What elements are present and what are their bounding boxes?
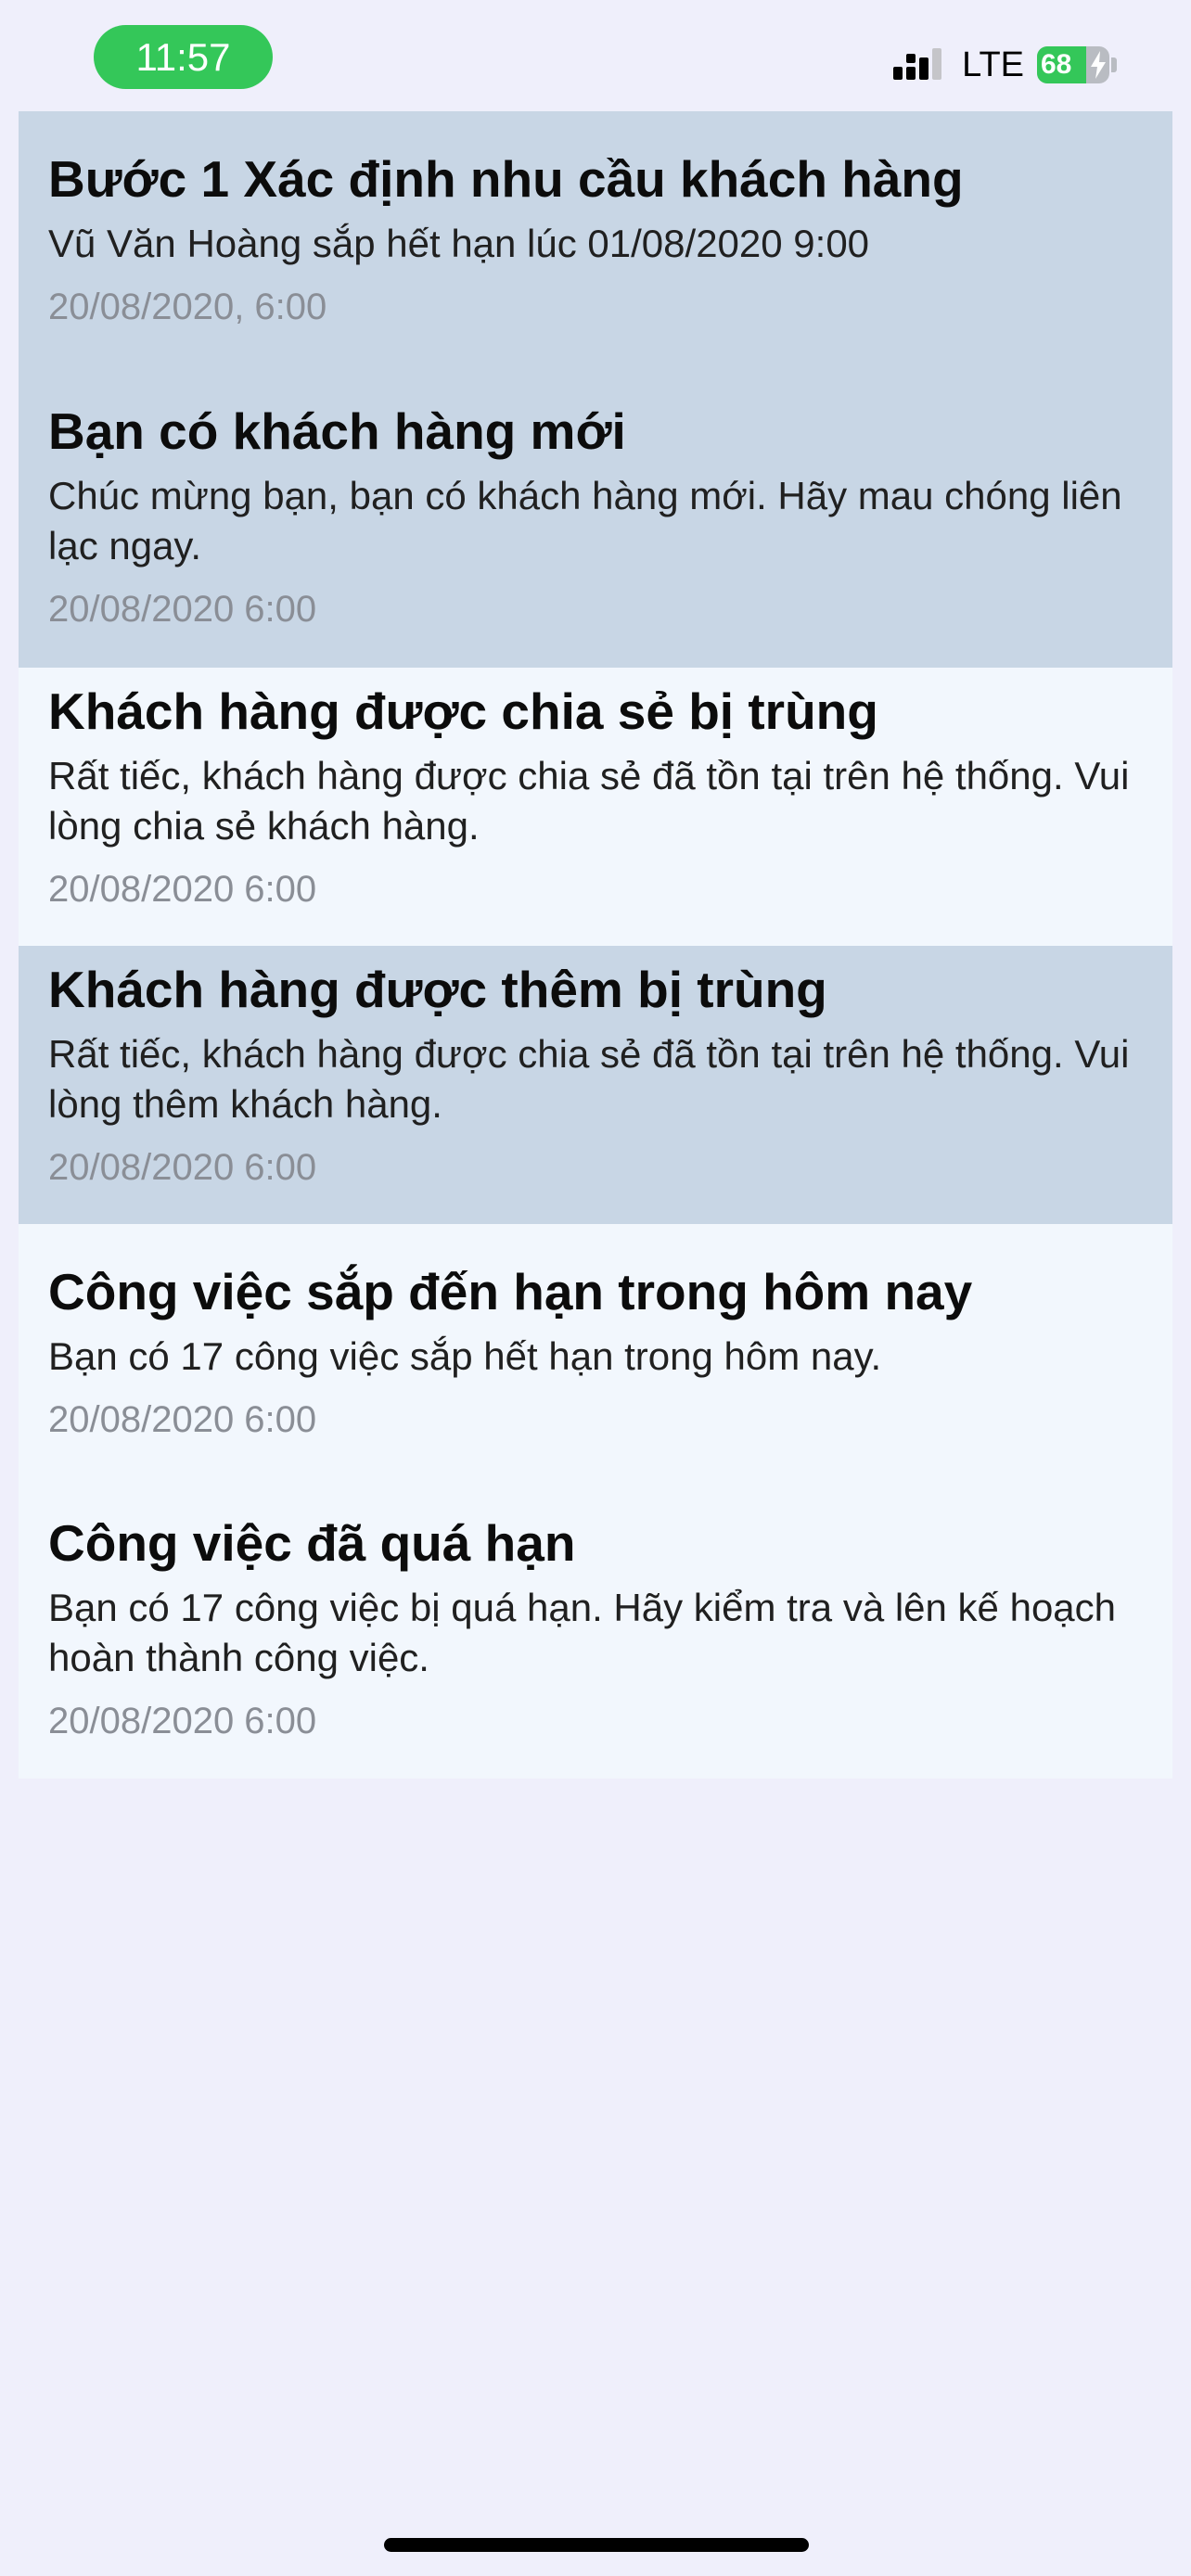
- charging-bolt-icon: [1091, 51, 1106, 79]
- battery-cap: [1111, 57, 1117, 72]
- notification-title: Công việc sắp đến hạn trong hôm nay: [48, 1263, 973, 1320]
- notification-time: 20/08/2020 6:00: [48, 869, 317, 910]
- notification-title: Bước 1 Xác định nhu cầu khách hàng: [48, 150, 964, 208]
- home-indicator[interactable]: [384, 2538, 809, 2552]
- notification-body: Chúc mừng bạn, bạn có khách hàng mới. Hã…: [48, 474, 1122, 567]
- notification-body: Rất tiếc, khách hàng được chia sẻ đã tồn…: [48, 1032, 1130, 1126]
- notification-time: 20/08/2020, 6:00: [48, 287, 327, 327]
- battery-charging-icon: 68: [1037, 46, 1109, 83]
- notification-item[interactable]: Bước 1 Xác định nhu cầu khách hàng Vũ Vă…: [19, 111, 1172, 389]
- notification-title: Bạn có khách hàng mới: [48, 402, 626, 460]
- notification-item[interactable]: Công việc sắp đến hạn trong hôm nay Bạn …: [19, 1224, 1172, 1479]
- notification-body: Vũ Văn Hoàng sắp hết hạn lúc 01/08/2020 …: [48, 222, 870, 265]
- notification-title: Khách hàng được chia sẻ bị trùng: [48, 682, 878, 740]
- notification-item[interactable]: Công việc đã quá hạn Bạn có 17 công việc…: [19, 1479, 1172, 1779]
- notification-time: 20/08/2020 6:00: [48, 1701, 317, 1741]
- notification-title: Khách hàng được thêm bị trùng: [48, 961, 827, 1018]
- notification-time: 20/08/2020 6:00: [48, 1399, 317, 1440]
- status-bar: 11:57 LTE 68: [0, 0, 1191, 111]
- notification-item[interactable]: Khách hàng được chia sẻ bị trùng Rất tiế…: [19, 668, 1172, 946]
- notification-title: Công việc đã quá hạn: [48, 1514, 576, 1572]
- notification-body: Bạn có 17 công việc bị quá hạn. Hãy kiểm…: [48, 1586, 1117, 1679]
- battery-level: 68: [1041, 49, 1072, 80]
- status-indicators: LTE 68: [893, 37, 1117, 93]
- notification-time: 20/08/2020 6:00: [48, 1147, 317, 1188]
- notification-list: Bước 1 Xác định nhu cầu khách hàng Vũ Vă…: [19, 111, 1172, 1779]
- notification-body: Bạn có 17 công việc sắp hết hạn trong hô…: [48, 1334, 882, 1378]
- notification-body: Rất tiếc, khách hàng được chia sẻ đã tồn…: [48, 754, 1130, 848]
- notification-time: 20/08/2020 6:00: [48, 589, 317, 630]
- notification-item[interactable]: Bạn có khách hàng mới Chúc mừng bạn, bạn…: [19, 389, 1172, 668]
- signal-bars-icon: [893, 48, 942, 80]
- notification-item[interactable]: Khách hàng được thêm bị trùng Rất tiếc, …: [19, 946, 1172, 1224]
- network-type: LTE: [962, 45, 1024, 84]
- status-time[interactable]: 11:57: [94, 25, 273, 89]
